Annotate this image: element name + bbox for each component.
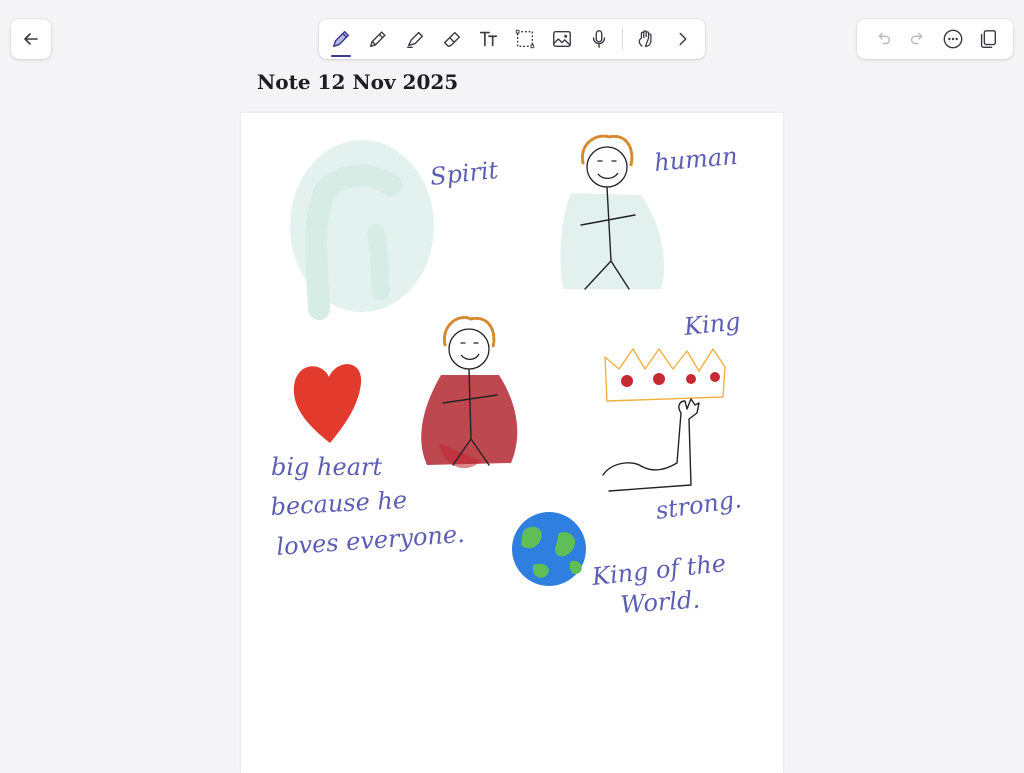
touch-tool-button[interactable]	[632, 25, 660, 53]
label-spirit: Spirit	[429, 156, 500, 191]
note-page-canvas[interactable]: Spirit human King strong. big heart beca…	[241, 113, 783, 773]
hand-icon	[638, 30, 652, 47]
label-world-line2: World.	[619, 585, 700, 618]
undo-icon	[878, 32, 890, 45]
selection-icon	[516, 29, 535, 49]
label-human: human	[653, 142, 739, 177]
note-title[interactable]: Note 12 Nov 2025	[257, 70, 458, 94]
spirit-drawing	[290, 140, 434, 320]
toolbar-separator	[622, 29, 624, 49]
label-world-line1: King of the	[590, 549, 728, 591]
human-drawing	[560, 134, 665, 290]
label-king: King	[682, 307, 742, 341]
king-figure-drawing	[421, 316, 518, 469]
chevron-right-icon	[679, 32, 687, 46]
label-big-heart-line1: big heart	[271, 453, 382, 481]
drawing-toolbar	[319, 19, 705, 59]
more-tools-button[interactable]	[669, 25, 697, 53]
label-strong: strong.	[654, 485, 743, 525]
redo-button[interactable]	[904, 25, 932, 53]
undo-button[interactable]	[869, 25, 897, 53]
more-horizontal-icon	[943, 29, 962, 49]
label-big-heart-line2: because he	[270, 486, 408, 521]
copy-pages-icon	[980, 30, 996, 48]
actions-toolbar	[857, 19, 1013, 59]
redo-icon	[910, 32, 922, 45]
highlighter-tool-button[interactable]	[401, 25, 429, 53]
lasso-tool-button[interactable]	[511, 25, 539, 53]
crown-drawing	[604, 348, 726, 402]
eraser-icon	[443, 31, 460, 48]
ink-drawing: Spirit human King strong. big heart beca…	[270, 134, 743, 619]
highlighter-icon	[406, 31, 423, 48]
image-icon	[553, 30, 572, 48]
text-tool-button[interactable]	[475, 25, 503, 53]
label-big-heart-line3: loves everyone.	[275, 520, 465, 561]
audio-tool-button[interactable]	[585, 25, 613, 53]
arm-drawing	[602, 398, 700, 492]
pencil-icon	[369, 31, 386, 48]
pen-icon	[332, 30, 350, 48]
back-button[interactable]	[11, 19, 51, 59]
pencil-tool-button[interactable]	[364, 25, 392, 53]
arrow-left-icon	[24, 33, 38, 45]
heart-drawing	[293, 364, 362, 443]
text-icon	[479, 31, 497, 47]
pen-tool-button[interactable]	[327, 25, 355, 57]
more-options-button[interactable]	[939, 25, 967, 53]
eraser-tool-button[interactable]	[438, 25, 466, 53]
page-view-button[interactable]	[974, 25, 1002, 53]
image-tool-button[interactable]	[548, 25, 576, 53]
microphone-icon	[593, 30, 606, 48]
globe-drawing	[512, 512, 586, 586]
